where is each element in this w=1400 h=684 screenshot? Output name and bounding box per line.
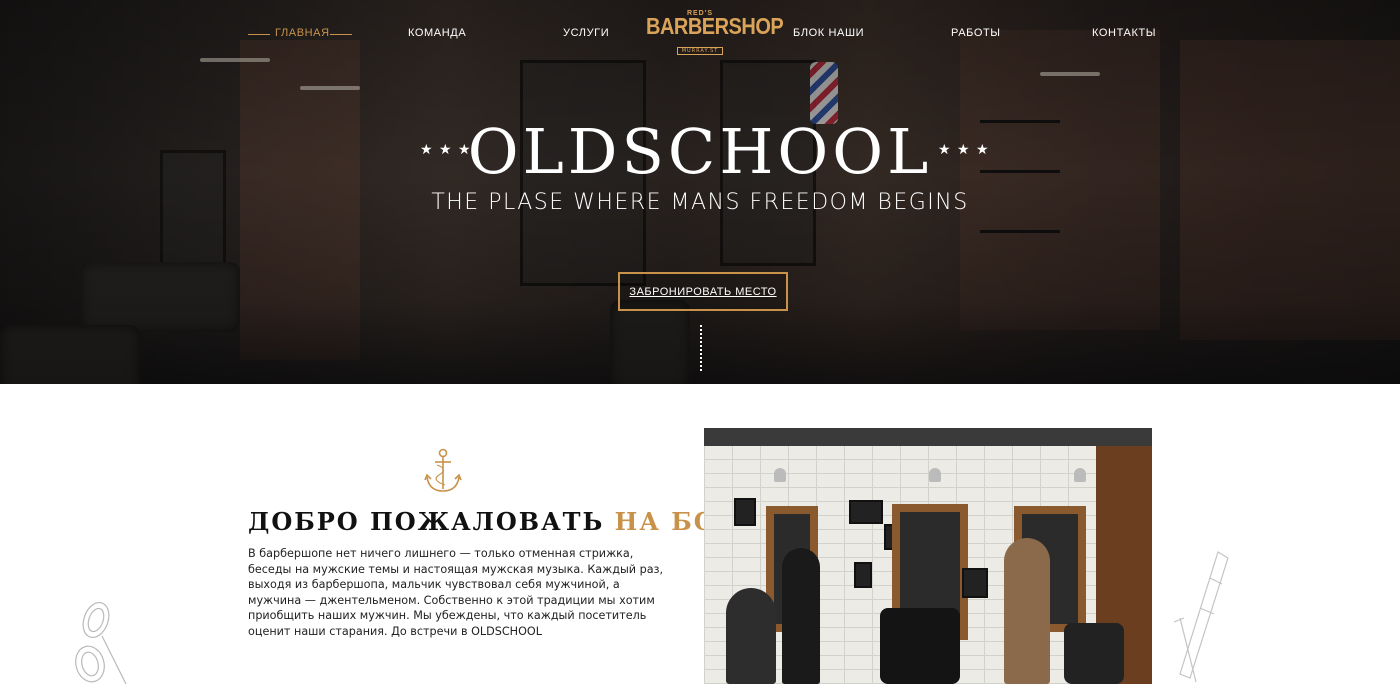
scroll-indicator[interactable] <box>700 325 702 371</box>
logo-main-text: BARBERSHOP <box>646 14 784 40</box>
nav-item-blog[interactable]: БЛОК НАШИ <box>793 27 864 39</box>
pendant-lamp <box>1074 468 1086 482</box>
welcome-body: В барбершопе нет ничего лишнего — только… <box>248 547 664 638</box>
welcome-heading-main: ДОБРО ПОЖАЛОВАТЬ <box>248 507 605 536</box>
barber-figure <box>1004 538 1050 684</box>
active-dash-left <box>248 34 270 35</box>
book-place-button[interactable]: ЗАБРОНИРОВАТЬ МЕСТО <box>618 272 788 311</box>
nav-item-works[interactable]: РАБОТЫ <box>951 27 1001 39</box>
wash-basin <box>1064 623 1124 684</box>
nav-item-contacts[interactable]: КОНТАКТЫ <box>1092 27 1156 39</box>
barber-chair <box>880 608 960 684</box>
star-icon: ★ ★ ★ <box>938 142 990 158</box>
client-figure <box>726 588 776 684</box>
wall-picture <box>734 498 756 526</box>
hero-subtitle: THE PLASE WHERE MANS FREEDOM BEGINS <box>431 190 969 215</box>
pendant-lamp <box>774 468 786 482</box>
wall-picture <box>849 500 883 524</box>
logo-sub-text: MURRAY.ST <box>676 47 724 55</box>
anchor-icon <box>424 448 462 492</box>
nav-item-team[interactable]: КОМАНДА <box>408 27 466 39</box>
hero-title: OLDSCHOOL <box>467 115 933 188</box>
nav-item-services[interactable]: УСЛУГИ <box>563 27 609 39</box>
stars-right: ★ ★ ★ <box>938 142 990 158</box>
wall-picture <box>854 562 872 588</box>
logo[interactable]: RED'S BARBERSHOP MURRAY.ST <box>646 10 784 62</box>
barbershop-photo <box>704 428 1152 684</box>
wall-picture <box>962 568 988 598</box>
welcome-heading: ДОБРО ПОЖАЛОВАТЬ НА БОРТ <box>248 507 757 536</box>
hero-section: ГЛАВНАЯ КОМАНДА УСЛУГИ БЛОК НАШИ РАБОТЫ … <box>0 0 1400 384</box>
active-dash-right <box>330 34 352 35</box>
scissors-icon <box>75 601 127 684</box>
straight-razor-icon <box>1173 551 1229 683</box>
pendant-lamp <box>929 468 941 482</box>
nav-item-home[interactable]: ГЛАВНАЯ <box>275 27 330 39</box>
barber-figure <box>782 548 820 684</box>
